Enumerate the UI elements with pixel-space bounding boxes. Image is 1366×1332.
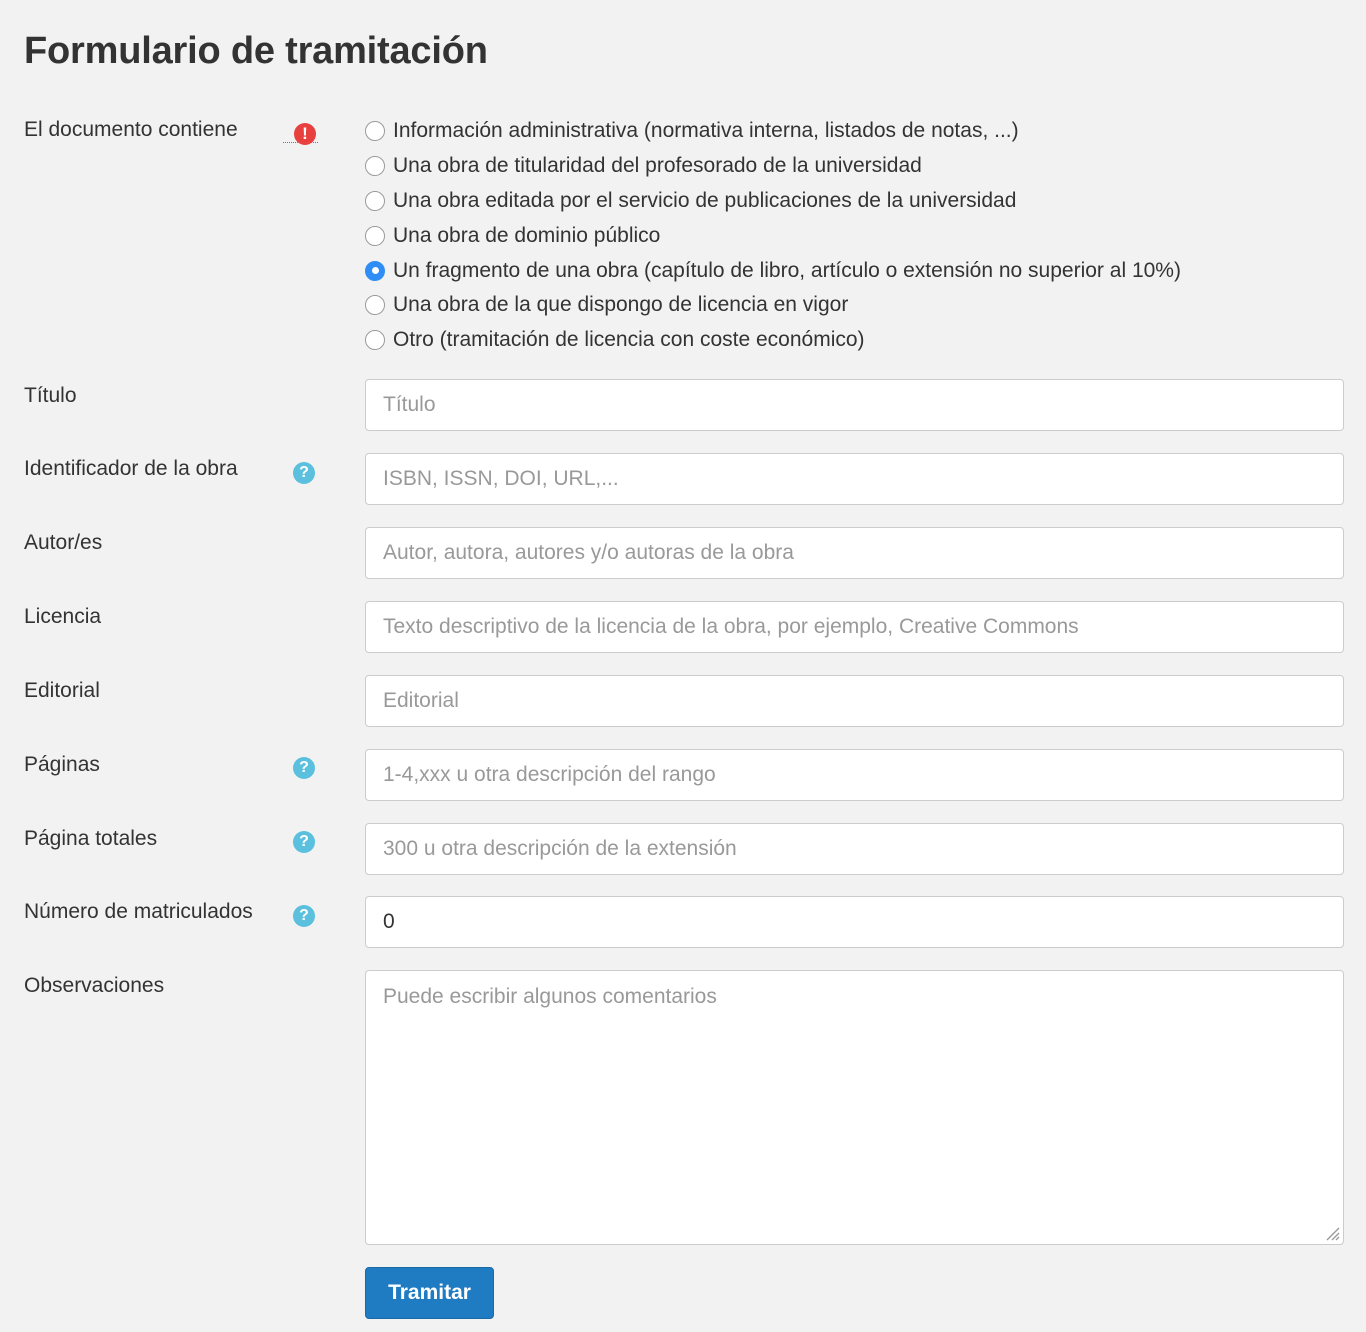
radio-label: Una obra de dominio público bbox=[393, 223, 661, 247]
autores-label: Autor/es bbox=[24, 531, 103, 554]
matriculados-input[interactable]: 0 bbox=[365, 896, 1344, 948]
question-icon[interactable]: ? bbox=[293, 757, 315, 779]
titulo-placeholder: Título bbox=[383, 393, 436, 416]
paginas-placeholder: 1-4,xxx u otra descripción del rango bbox=[383, 763, 716, 786]
observaciones-textarea[interactable]: Puede escribir algunos comentarios bbox=[365, 970, 1344, 1245]
radio-button[interactable] bbox=[365, 330, 385, 351]
radio-button[interactable] bbox=[365, 121, 385, 142]
editorial-label: Editorial bbox=[24, 679, 100, 702]
radio-button-selected[interactable] bbox=[365, 260, 385, 281]
editorial-input[interactable]: Editorial bbox=[365, 675, 1344, 727]
matriculados-value: 0 bbox=[383, 910, 395, 933]
radio-option-otro[interactable]: Otro (tramitación de licencia con coste … bbox=[365, 323, 1181, 358]
identificador-placeholder: ISBN, ISSN, DOI, URL,... bbox=[383, 467, 619, 490]
radio-button[interactable] bbox=[365, 190, 385, 211]
licencia-placeholder: Texto descriptivo de la licencia de la o… bbox=[383, 615, 1079, 638]
observaciones-placeholder: Puede escribir algunos comentarios bbox=[383, 985, 717, 1008]
question-icon[interactable]: ? bbox=[293, 905, 315, 927]
document-contains-label: El documento contiene bbox=[24, 118, 238, 141]
identificador-label: Identificador de la obra bbox=[24, 457, 238, 480]
tramitar-button[interactable]: Tramitar bbox=[365, 1267, 494, 1319]
paginas-totales-input[interactable]: 300 u otra descripción de la extensión bbox=[365, 823, 1344, 875]
paginas-label: Páginas bbox=[24, 753, 100, 776]
paginas-totales-placeholder: 300 u otra descripción de la extensión bbox=[383, 837, 737, 860]
radio-label: Un fragmento de una obra (capítulo de li… bbox=[393, 258, 1181, 282]
radio-option-licencia-vigor[interactable]: Una obra de la que dispongo de licencia … bbox=[365, 288, 1181, 323]
radio-label: Una obra de titularidad del profesorado … bbox=[393, 154, 922, 178]
radio-label: Una obra de la que dispongo de licencia … bbox=[393, 293, 849, 317]
radio-option-dominio-publico[interactable]: Una obra de dominio público bbox=[365, 218, 1181, 253]
editorial-placeholder: Editorial bbox=[383, 689, 459, 712]
identificador-input[interactable]: ISBN, ISSN, DOI, URL,... bbox=[365, 453, 1344, 505]
observaciones-label: Observaciones bbox=[24, 974, 165, 997]
paginas-input[interactable]: 1-4,xxx u otra descripción del rango bbox=[365, 749, 1344, 801]
question-icon[interactable]: ? bbox=[293, 831, 315, 853]
radio-button[interactable] bbox=[365, 225, 385, 246]
radio-label: Información administrativa (normativa in… bbox=[393, 119, 1019, 143]
radio-button[interactable] bbox=[365, 295, 385, 316]
question-icon[interactable]: ? bbox=[293, 462, 315, 484]
licencia-input[interactable]: Texto descriptivo de la licencia de la o… bbox=[365, 601, 1344, 653]
matriculados-label: Número de matriculados bbox=[24, 900, 253, 923]
radio-option-administrativa[interactable]: Información administrativa (normativa in… bbox=[365, 114, 1181, 149]
titulo-label: Título bbox=[24, 384, 77, 407]
radio-option-fragmento[interactable]: Un fragmento de una obra (capítulo de li… bbox=[365, 253, 1181, 288]
resize-grip-icon[interactable] bbox=[1322, 1223, 1340, 1241]
document-contains-radio-group: Información administrativa (normativa in… bbox=[365, 114, 1181, 358]
titulo-input[interactable]: Título bbox=[365, 379, 1344, 431]
radio-button[interactable] bbox=[365, 156, 385, 177]
autores-placeholder: Autor, autora, autores y/o autoras de la… bbox=[383, 541, 794, 564]
form-page: Formulario de tramitación El documento c… bbox=[0, 0, 1366, 1332]
page-title: Formulario de tramitación bbox=[24, 30, 488, 72]
radio-option-servicio-publicaciones[interactable]: Una obra editada por el servicio de publ… bbox=[365, 184, 1181, 219]
radio-label: Otro (tramitación de licencia con coste … bbox=[393, 328, 865, 352]
required-indicator-underline bbox=[283, 142, 318, 143]
radio-label: Una obra editada por el servicio de publ… bbox=[393, 188, 1017, 212]
licencia-label: Licencia bbox=[24, 605, 102, 628]
autores-input[interactable]: Autor, autora, autores y/o autoras de la… bbox=[365, 527, 1344, 579]
radio-option-titularidad-profesorado[interactable]: Una obra de titularidad del profesorado … bbox=[365, 149, 1181, 184]
paginas-totales-label: Página totales bbox=[24, 827, 158, 850]
